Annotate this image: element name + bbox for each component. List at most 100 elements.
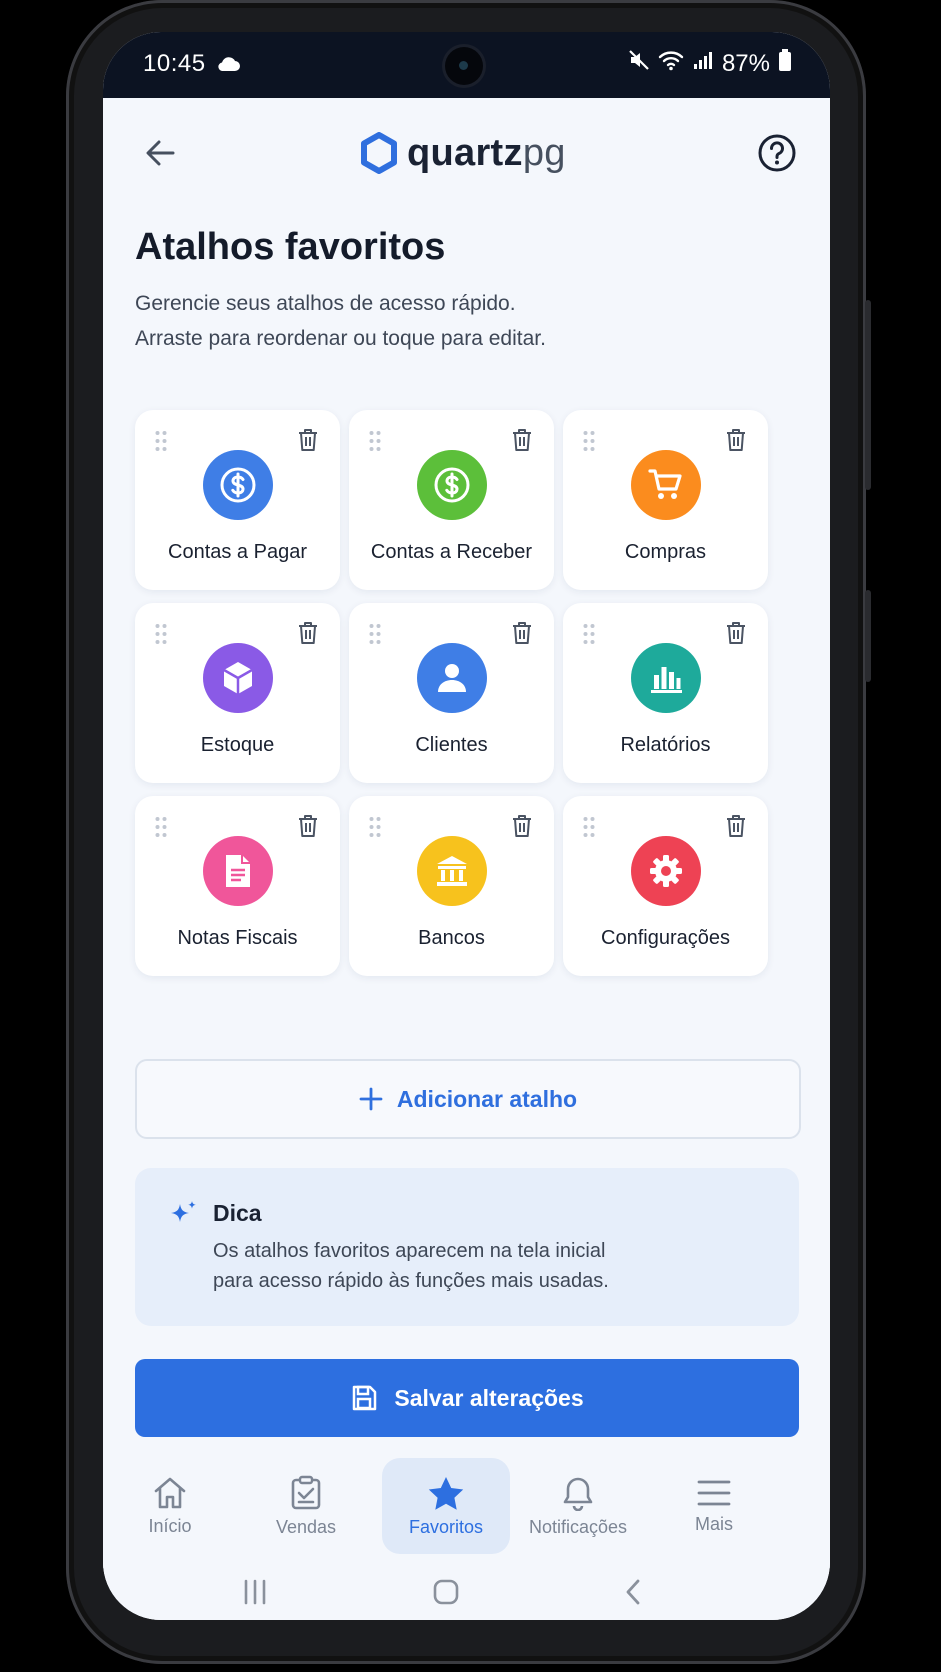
trash-icon — [513, 622, 531, 644]
recent-apps-button[interactable] — [235, 1572, 275, 1612]
shortcut-card-notas-fiscais[interactable]: Notas Fiscais — [135, 796, 340, 976]
shortcut-card-compras[interactable]: Compras — [563, 410, 768, 590]
battery-text: 87% — [721, 49, 770, 77]
tip-text: Os atalhos favoritos aparecem na tela in… — [213, 1236, 773, 1296]
menu-icon — [697, 1480, 731, 1505]
tip-line-2: para acesso rápido às funções mais usada… — [213, 1270, 609, 1292]
nav-label: Favoritos — [408, 1516, 484, 1537]
clipboard-check-icon — [291, 1475, 321, 1509]
system-back-button[interactable] — [613, 1572, 653, 1612]
home-button[interactable] — [426, 1572, 466, 1612]
drag-handle-icon[interactable] — [369, 623, 381, 650]
drag-handle-icon[interactable] — [369, 430, 381, 457]
back-button[interactable] — [135, 128, 185, 178]
logo-suffix: pg — [522, 131, 566, 174]
subtitle-line-2: Arraste para reordenar ou toque para edi… — [135, 327, 546, 350]
trash-icon — [727, 429, 745, 451]
bar-chart-icon — [631, 643, 701, 713]
shortcut-label: Clientes — [415, 734, 488, 756]
nav-item-inicio[interactable]: Início — [106, 1458, 234, 1554]
save-changes-label: Salvar alterações — [394, 1384, 584, 1411]
plus-icon — [359, 1087, 383, 1111]
delete-button[interactable] — [294, 426, 322, 454]
page-subtitle: Gerencie seus atalhos de acesso rápido. … — [135, 286, 775, 356]
trash-icon — [513, 429, 531, 451]
shortcut-card-contas-a-receber[interactable]: Contas a Receber — [349, 410, 554, 590]
shortcut-card-bancos[interactable]: Bancos — [349, 796, 554, 976]
star-icon — [428, 1476, 464, 1510]
shortcut-label: Configurações — [601, 927, 730, 949]
status-time: 10:45 — [143, 50, 206, 77]
camera-cutout — [445, 47, 483, 85]
shortcut-label: Contas a Pagar — [168, 541, 307, 563]
dollar-icon — [203, 450, 273, 520]
delete-button[interactable] — [294, 619, 322, 647]
arrow-left-icon — [146, 140, 175, 166]
screen: 10:45 87% quartzpg Atalhos favoritos Ger… — [103, 32, 830, 1620]
home-icon — [154, 1477, 186, 1508]
chevron-left-icon — [626, 1579, 640, 1605]
signal-icon — [692, 49, 714, 78]
status-bar: 10:45 87% — [103, 32, 830, 98]
shortcut-label: Contas a Receber — [370, 541, 533, 563]
gear-icon — [631, 836, 701, 906]
shortcut-card-contas-a-pagar[interactable]: Contas a Pagar — [135, 410, 340, 590]
shortcut-card-clientes[interactable]: Clientes — [349, 603, 554, 783]
add-shortcut-button[interactable]: Adicionar atalho — [135, 1059, 801, 1139]
wifi-icon — [658, 49, 684, 78]
logo-text: quartzpg — [407, 132, 566, 175]
add-shortcut-label: Adicionar atalho — [396, 1085, 578, 1112]
bell-icon — [563, 1477, 593, 1511]
status-icons: 87% — [628, 48, 792, 79]
drag-handle-icon[interactable] — [583, 430, 595, 457]
shortcut-card-configuracoes[interactable]: Configurações — [563, 796, 768, 976]
delete-button[interactable] — [508, 426, 536, 454]
user-icon — [417, 643, 487, 713]
nav-item-favoritos[interactable]: Favoritos — [382, 1458, 510, 1554]
nav-item-vendas[interactable]: Vendas — [242, 1458, 370, 1554]
battery-icon — [778, 48, 792, 79]
power-button — [865, 590, 871, 682]
delete-button[interactable] — [294, 812, 322, 840]
help-button[interactable] — [752, 128, 802, 178]
dollar-icon — [417, 450, 487, 520]
app-content: quartzpg Atalhos favoritos Gerencie seus… — [103, 98, 830, 1620]
drag-handle-icon[interactable] — [155, 623, 167, 650]
bottom-navigation: Início Vendas Favoritos Notificações Mai… — [103, 1458, 830, 1568]
save-changes-button[interactable]: Salvar alterações — [135, 1359, 799, 1437]
document-icon — [203, 836, 273, 906]
delete-button[interactable] — [722, 426, 750, 454]
shortcut-label: Compras — [624, 541, 707, 563]
delete-button[interactable] — [508, 619, 536, 647]
shortcut-card-relatorios[interactable]: Relatórios — [563, 603, 768, 783]
delete-button[interactable] — [722, 619, 750, 647]
drag-handle-icon[interactable] — [583, 623, 595, 650]
trash-icon — [727, 622, 745, 644]
nav-label: Mais — [694, 1513, 733, 1534]
shortcut-label: Bancos — [418, 927, 485, 949]
bank-icon — [417, 836, 487, 906]
nav-item-mais[interactable]: Mais — [650, 1458, 778, 1554]
nav-label: Início — [148, 1515, 192, 1536]
drag-handle-icon[interactable] — [155, 430, 167, 457]
drag-handle-icon[interactable] — [583, 816, 595, 843]
tip-title: Dica — [213, 1200, 262, 1226]
hexagon-logo-icon — [361, 132, 397, 174]
delete-button[interactable] — [722, 812, 750, 840]
shortcut-card-estoque[interactable]: Estoque — [135, 603, 340, 783]
drag-handle-icon[interactable] — [155, 816, 167, 843]
nav-label: Vendas — [275, 1516, 337, 1537]
trash-icon — [299, 429, 317, 451]
trash-icon — [513, 815, 531, 837]
nav-label: Notificações — [528, 1516, 628, 1537]
shortcut-label: Notas Fiscais — [177, 927, 298, 949]
sparkle-icon — [167, 1198, 199, 1235]
top-bar: quartzpg — [103, 98, 830, 208]
box-icon — [203, 643, 273, 713]
shortcut-label: Relatórios — [620, 734, 711, 756]
shortcut-label: Estoque — [200, 734, 275, 756]
nav-item-notificacoes[interactable]: Notificações — [514, 1458, 642, 1554]
volume-button — [865, 300, 871, 490]
delete-button[interactable] — [508, 812, 536, 840]
drag-handle-icon[interactable] — [369, 816, 381, 843]
